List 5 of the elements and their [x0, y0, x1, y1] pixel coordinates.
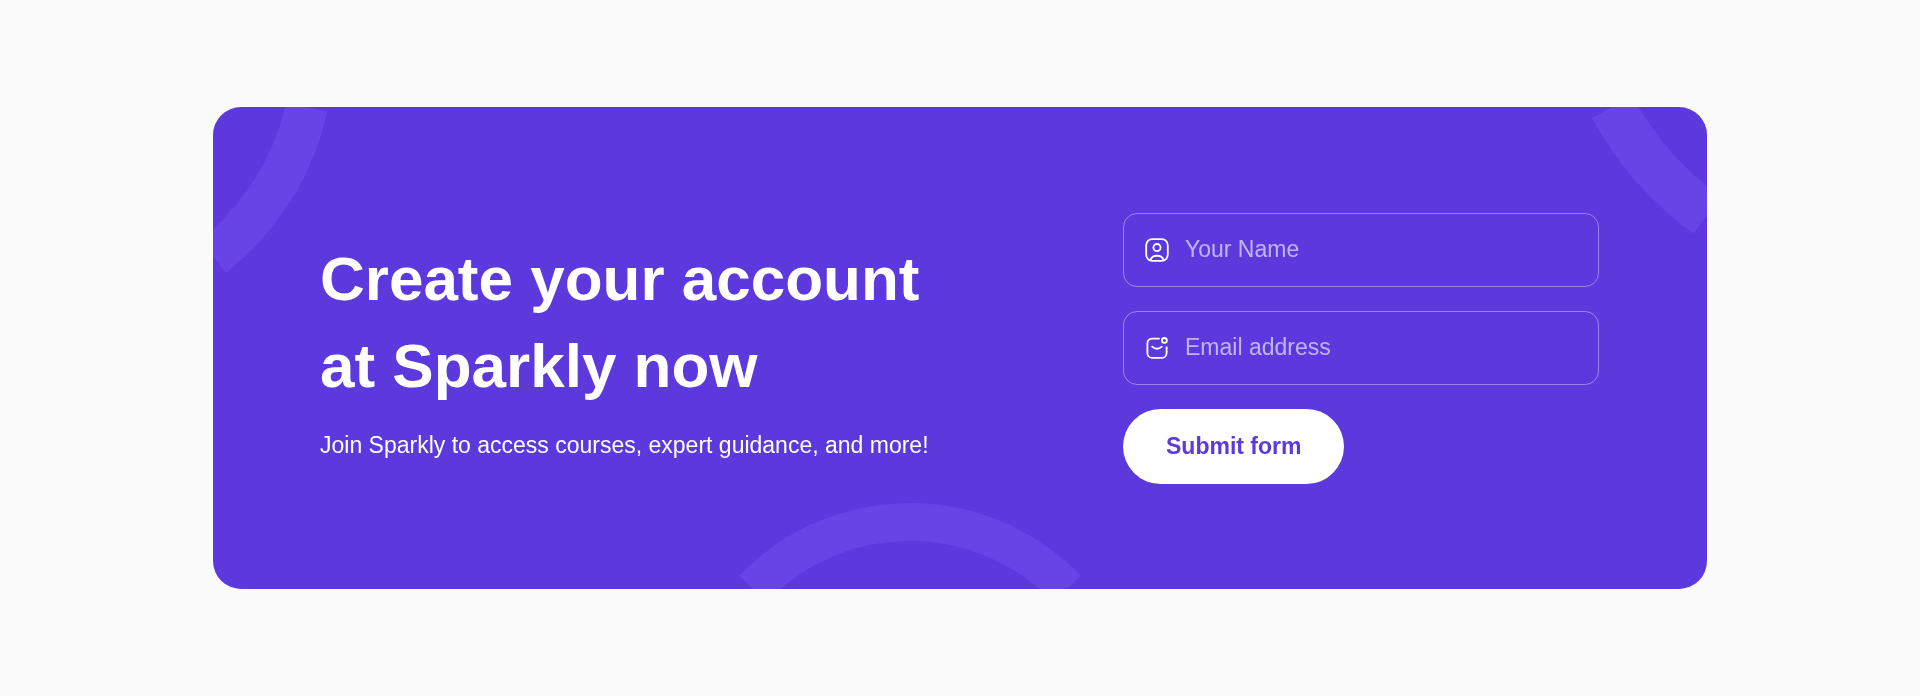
mail-icon [1145, 335, 1169, 360]
subtitle-text: Join Sparkly to access courses, expert guidance, and more! [320, 430, 930, 460]
submit-button[interactable]: Submit form [1123, 408, 1345, 484]
heading: Create your account at Sparkly now [320, 242, 921, 402]
user-icon [1145, 237, 1169, 262]
